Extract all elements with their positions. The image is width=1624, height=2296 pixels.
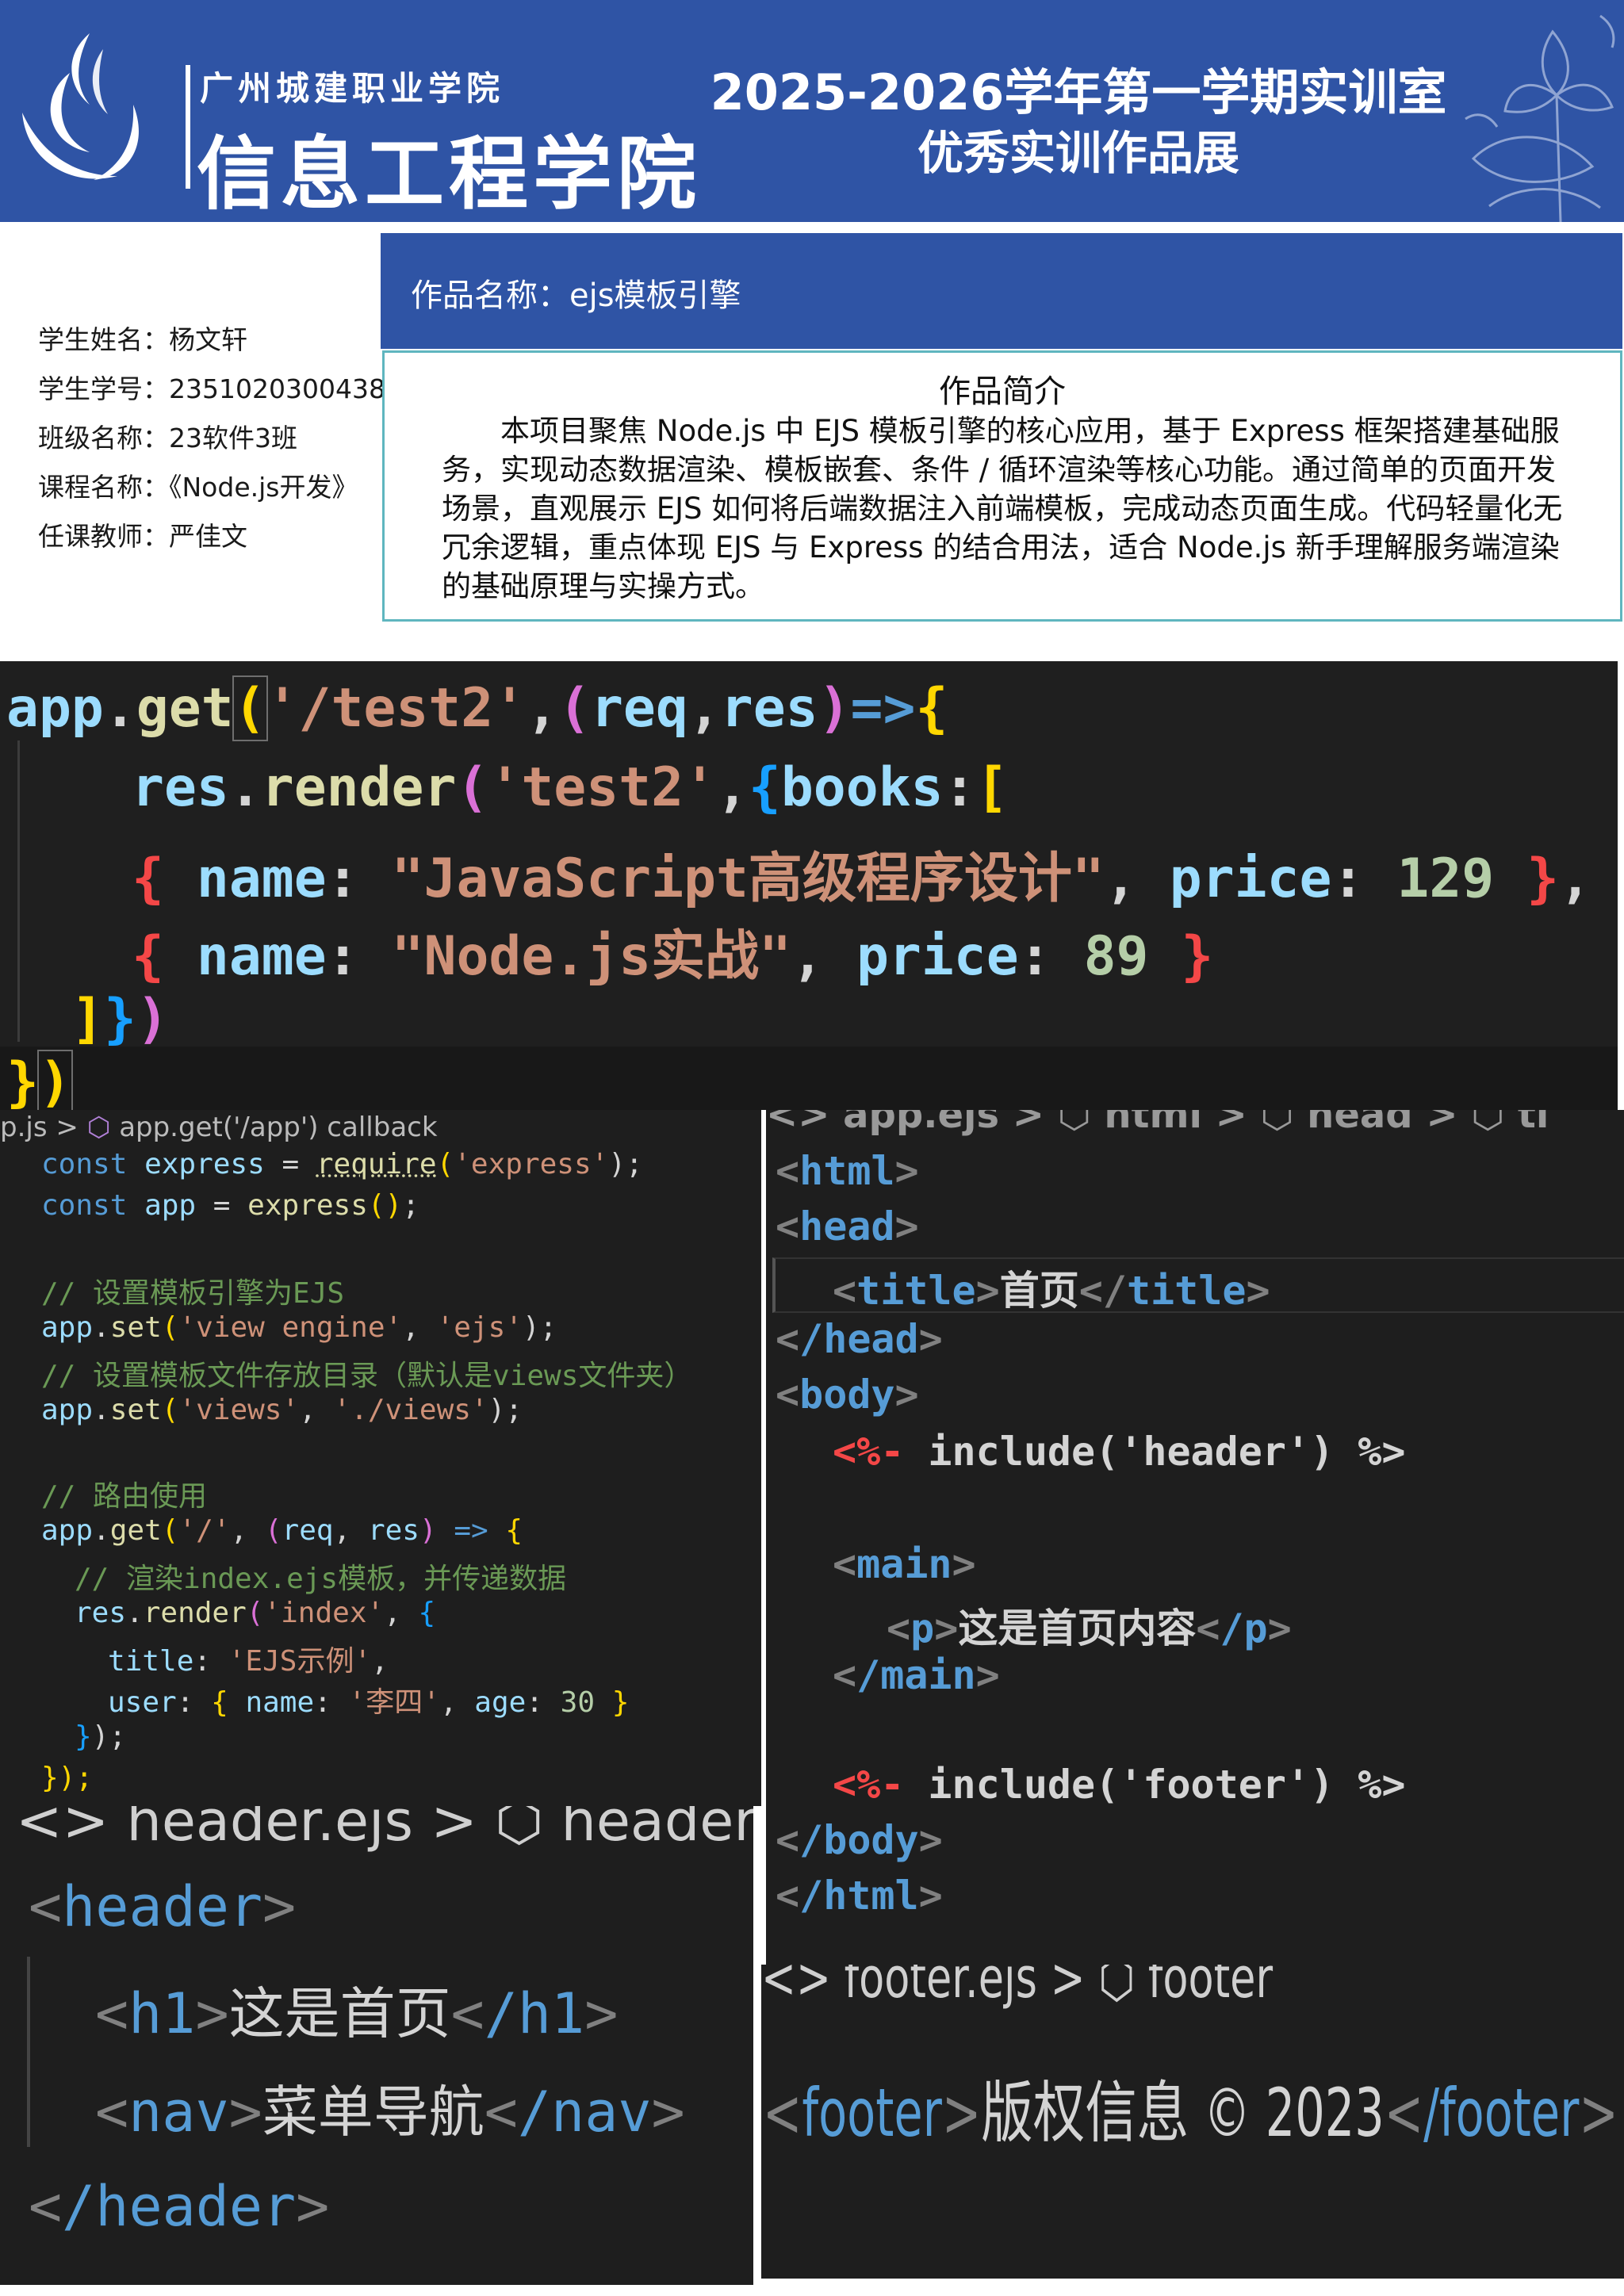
code-line: }); xyxy=(41,1762,94,1794)
code-line: <nav>菜单导航</nav> xyxy=(95,2080,685,2145)
work-intro-box: 作品简介 本项目聚焦 Node.js 中 EJS 模板引擎的核心应用，基于 Ex… xyxy=(382,350,1622,622)
exhibition-title-line1: 2025-2026学年第一学期实训室 xyxy=(710,63,1447,121)
code-line: app.set('view engine', 'ejs'); xyxy=(41,1311,557,1344)
indent-guide xyxy=(27,1957,30,2147)
code-comment: // 渲染index.ejs模板，并传递数据 xyxy=(75,1563,567,1595)
code-line: <%- include('footer') %> xyxy=(833,1762,1406,1808)
code-screenshot-test2-route: app.get('/test2',(req,res)=>{ res.render… xyxy=(0,661,1618,1110)
school-name-small: 广州城建职业学院 xyxy=(200,69,505,108)
code-line: }); xyxy=(75,1720,127,1753)
code-line: <head> xyxy=(776,1203,919,1249)
indent-guide xyxy=(17,740,20,1042)
code-line: app.set('views', './views'); xyxy=(41,1394,523,1426)
code-line: app.get('/', (req, res) => { xyxy=(41,1514,523,1547)
course-name: 课程名称：《Node.js开发》 xyxy=(38,472,358,503)
code-line: <header> xyxy=(29,1874,297,1939)
code-line: user: { name: '李四', age: 30 } xyxy=(108,1686,630,1719)
code-screenshot-header-ejs: <> header.ejs > ⬡ header > <header> <h1>… xyxy=(0,1806,753,2285)
code-line: </body> xyxy=(776,1817,943,1863)
exhibition-title: 2025-2026学年第一学期实训室 优秀实训作品展 xyxy=(682,62,1475,182)
exhibition-title-line2: 优秀实训作品展 xyxy=(917,126,1239,180)
code-screenshot-app-ejs: <> app.ejs > ⬡ html > ⬡ head > ⬡ ti <htm… xyxy=(766,1110,1624,1965)
breadcrumb: <> footer.ejs > ⬡ footer xyxy=(761,1965,1274,2011)
breadcrumb: <> app.ejs > ⬡ html > ⬡ head > ⬡ ti xyxy=(766,1110,1549,1137)
college-logo-icon xyxy=(22,33,139,180)
code-comment: // 设置模板文件存放目录（默认是views文件夹） xyxy=(41,1360,693,1392)
student-id: 学生学号：2351020300438 xyxy=(38,373,385,404)
code-line: <title>首页</title> xyxy=(833,1268,1270,1314)
class-name: 班级名称：23软件3班 xyxy=(38,423,297,453)
code-line: <h1>这是首页</h1> xyxy=(95,1981,619,2046)
code-line: <main> xyxy=(833,1541,976,1587)
code-line: ]}) xyxy=(71,988,169,1050)
code-line: { name: "JavaScript高级程序设计", price: 129 }… xyxy=(132,848,1592,910)
code-line: <%- include('header') %> xyxy=(833,1429,1406,1475)
code-line: <footer>版权信息 © 2023</footer> xyxy=(763,2074,1618,2152)
code-line: </html> xyxy=(776,1873,943,1919)
code-line: </main> xyxy=(833,1652,1000,1698)
lotus-decoration-icon xyxy=(1465,14,1615,222)
student-name: 学生姓名：杨文轩 xyxy=(38,324,247,355)
code-line: </head> xyxy=(776,1316,943,1362)
code-line: const express = require('express'); xyxy=(41,1148,643,1181)
code-line: { name: "Node.js实战", price: 89 } xyxy=(132,925,1214,988)
code-line: app.get('/test2',(req,res)=>{ xyxy=(6,675,948,741)
cube-icon: ⬡ xyxy=(86,1112,111,1143)
code-screenshot-footer-ejs: <> footer.ejs > ⬡ footer <footer>版权信息 © … xyxy=(761,1965,1624,2279)
logo-divider xyxy=(186,65,190,189)
code-line: res.render('index', { xyxy=(75,1597,436,1629)
code-line: title: 'EJS示例', xyxy=(108,1645,389,1678)
work-name: 作品名称：ejs模板引擎 xyxy=(411,277,741,314)
department-name: 信息工程学院 xyxy=(197,128,701,220)
code-comment: // 路由使用 xyxy=(41,1480,208,1513)
code-line: </header> xyxy=(29,2174,330,2239)
work-name-bar: 作品名称：ejs模板引擎 xyxy=(381,233,1622,349)
code-line: }) xyxy=(6,1050,73,1110)
code-screenshot-app-js: p.js > ⬡ app.get('/app') callback const … xyxy=(0,1110,761,1806)
code-line: res.render('test2',{books:[ xyxy=(132,756,1009,819)
teacher-name: 任课教师：严佳文 xyxy=(38,521,247,552)
code-line: <p>这是首页内容</p> xyxy=(887,1605,1292,1651)
breadcrumb: <> header.ejs > ⬡ header > xyxy=(16,1806,753,1854)
code-comment: // 设置模板引擎为EJS xyxy=(41,1277,345,1310)
code-line: const app = express(); xyxy=(41,1189,419,1222)
student-info: 学生姓名：杨文轩 学生学号：2351020300438 班级名称：23软件3班 … xyxy=(38,316,385,561)
code-line: <body> xyxy=(776,1372,919,1418)
intro-heading: 作品简介 xyxy=(939,373,1066,410)
code-line: <html> xyxy=(776,1148,919,1194)
code-bottom-strip xyxy=(0,1047,1618,1110)
intro-text: 本项目聚焦 Node.js 中 EJS 模板引擎的核心应用，基于 Express… xyxy=(442,414,1563,603)
header-banner: 广州城建职业学院 信息工程学院 2025-2026学年第一学期实训室 优秀实训作… xyxy=(0,0,1624,222)
breadcrumb: p.js > ⬡ app.get('/app') callback xyxy=(0,1112,438,1143)
